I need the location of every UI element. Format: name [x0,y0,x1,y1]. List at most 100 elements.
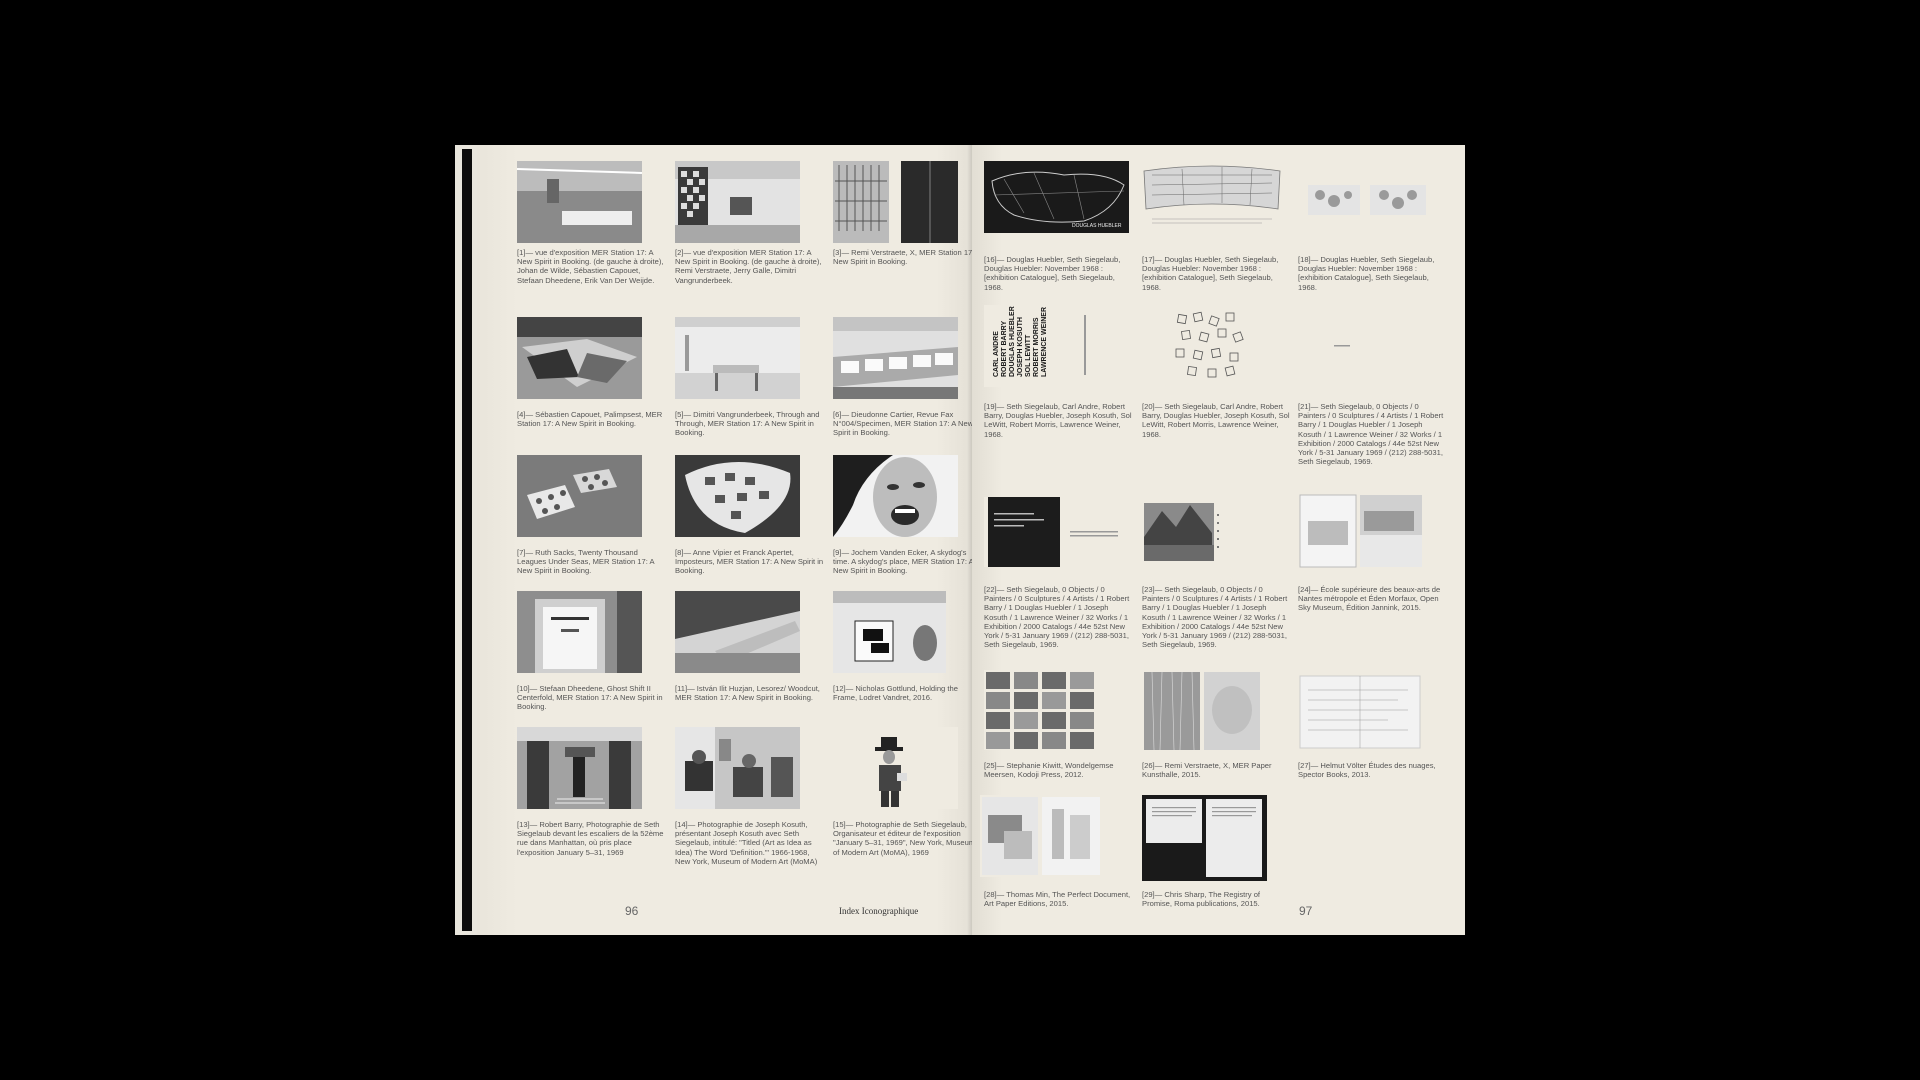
figure-10 [517,591,642,678]
caption-4: [4]— Sébastien Capouet, Palimpsest, MER … [517,410,663,429]
caption-9: [9]— Jochem Vanden Ecker, A skydog's tim… [833,548,974,576]
exhibition-photo [675,317,800,399]
caption-7: [7]— Ruth Sacks, Twenty Thousand Leagues… [517,548,655,576]
figure-27 [1298,670,1423,757]
figure-23 [1142,497,1282,572]
figure-16: DOUGLAS HUEBLER [984,161,1129,238]
spine-bar [462,149,472,931]
exhibition-photo [675,455,800,537]
figure-14 [675,727,800,814]
figure-7 [517,455,642,542]
catalogue-pages [1298,161,1438,233]
page-number-right: 97 [1299,904,1313,918]
figure-26 [1142,670,1262,757]
cover-text: DOUGLAS HUEBLER [1009,306,1016,377]
figure-2 [675,161,800,248]
exhibition-photo [833,317,958,399]
caption-10: [10]— Stefaan Dheedene, Ghost Shift II C… [517,684,663,712]
caption-24: [24]— École supérieure des beaux-arts de… [1298,585,1441,613]
book-spread [1298,491,1428,571]
figure-18 [1298,161,1438,238]
exhibition-photo [833,161,958,243]
figure-25 [984,670,1102,755]
map-image [1142,161,1282,233]
cover-text: LAWRENCE WEINER [1041,307,1048,377]
map-image: DOUGLAS HUEBLER [984,161,1129,233]
caption-25: [25]— Stephanie Kiwitt, Wondelgemse Meer… [984,761,1114,780]
page-number-left: 96 [625,904,639,918]
cover-text: SOL LEWITT [1025,334,1032,377]
catalogue-page [1298,305,1438,387]
caption-12: [12]— Nicholas Gottlund, Holding the Fra… [833,684,958,703]
figure-20 [1142,305,1282,392]
figure-13 [517,727,642,814]
figure-22 [984,497,1124,572]
caption-14: [14]— Photographie de Joseph Kosuth, pré… [675,820,818,866]
exhibition-photo [675,161,800,243]
caption-29: [29]— Chris Sharp, The Registry of Promi… [1142,890,1261,909]
map-label: DOUGLAS HUEBLER [1072,223,1122,229]
caption-1: [1]— vue d'exposition MER Station 17: A … [517,248,664,285]
archival-photo [517,727,642,809]
figure-5 [675,317,800,404]
caption-20: [20]— Seth Siegelaub, Carl Andre, Robert… [1142,402,1290,439]
caption-5: [5]— Dimitri Vangrunderbeek, Through and… [675,410,820,438]
caption-15: [15]— Photographie de Seth Siegelaub, Or… [833,820,976,857]
caption-2: [2]— vue d'exposition MER Station 17: A … [675,248,822,285]
figure-29 [1142,795,1267,886]
figure-1 [516,161,643,248]
book-spread [1298,670,1423,752]
catalogue-cover: CARL ANDRE ROBERT BARRY DOUGLAS HUEBLER … [984,305,1129,387]
figure-6 [833,317,958,404]
caption-6: [6]— Dieudonne Cartier, Revue Fax N°004/… [833,410,974,438]
running-head: Index Iconographique [839,906,919,916]
book-spread [1142,670,1262,752]
right-page: DOUGLAS HUEBLER [16]— Douglas Huebler, S… [972,145,1465,935]
caption-27: [27]— Helmut Völter Études des nuages, S… [1298,761,1436,780]
caption-28: [28]— Thomas Min, The Perfect Document, … [984,890,1131,909]
figure-17 [1142,161,1282,238]
figure-15 [833,727,958,814]
figure-28 [980,795,1105,882]
figure-12 [833,591,946,678]
left-page: [1]— vue d'exposition MER Station 17: A … [477,145,981,935]
figure-11 [675,591,800,678]
exhibition-photo [675,591,800,673]
catalogue-page [1142,305,1282,387]
caption-11: [11]— István Ilit Huzjan, Lesorez/ Woodc… [675,684,820,703]
book-spread [980,795,1105,877]
archival-photo [675,727,800,809]
figure-4 [517,317,642,404]
book-spread [1142,795,1267,881]
figure-8 [675,455,800,542]
caption-17: [17]— Douglas Huebler, Seth Siegelaub, D… [1142,255,1279,292]
caption-26: [26]— Remi Verstraete, X, MER Paper Kuns… [1142,761,1272,780]
caption-13: [13]— Robert Barry, Photographie de Seth… [517,820,664,857]
figure-9 [833,455,958,542]
figure-24 [1298,491,1428,576]
figure-3 [833,161,958,248]
exhibition-photo [517,455,642,537]
cover-text: JOSEPH KOSUTH [1017,317,1024,377]
exhibition-photo [516,161,643,243]
caption-22: [22]— Seth Siegelaub, 0 Objects / 0 Pain… [984,585,1130,650]
open-book: [1]— vue d'exposition MER Station 17: A … [455,145,1465,935]
cover-text: ROBERT MORRIS [1033,317,1040,377]
catalogue-spread [1142,497,1282,567]
catalogue-spread [984,497,1124,567]
figure-21 [1298,305,1438,392]
exhibition-photo [517,317,642,399]
figure-19: CARL ANDRE ROBERT BARRY DOUGLAS HUEBLER … [984,305,1129,392]
caption-18: [18]— Douglas Huebler, Seth Siegelaub, D… [1298,255,1435,292]
caption-23: [23]— Seth Siegelaub, 0 Objects / 0 Pain… [1142,585,1288,650]
photo-grid [984,670,1102,750]
caption-3: [3]— Remi Verstraete, X, MER Station 17:… [833,248,981,267]
portrait-photo [833,455,958,537]
caption-19: [19]— Seth Siegelaub, Carl Andre, Robert… [984,402,1132,439]
caption-8: [8]— Anne Vipier et Franck Apertet, Impo… [675,548,824,576]
caption-21: [21]— Seth Siegelaub, 0 Objects / 0 Pain… [1298,402,1444,467]
artwork-photo [833,591,946,673]
cover-text: CARL ANDRE [993,331,1000,377]
caption-16: [16]— Douglas Huebler, Seth Siegelaub, D… [984,255,1121,292]
exhibition-photo [517,591,642,673]
